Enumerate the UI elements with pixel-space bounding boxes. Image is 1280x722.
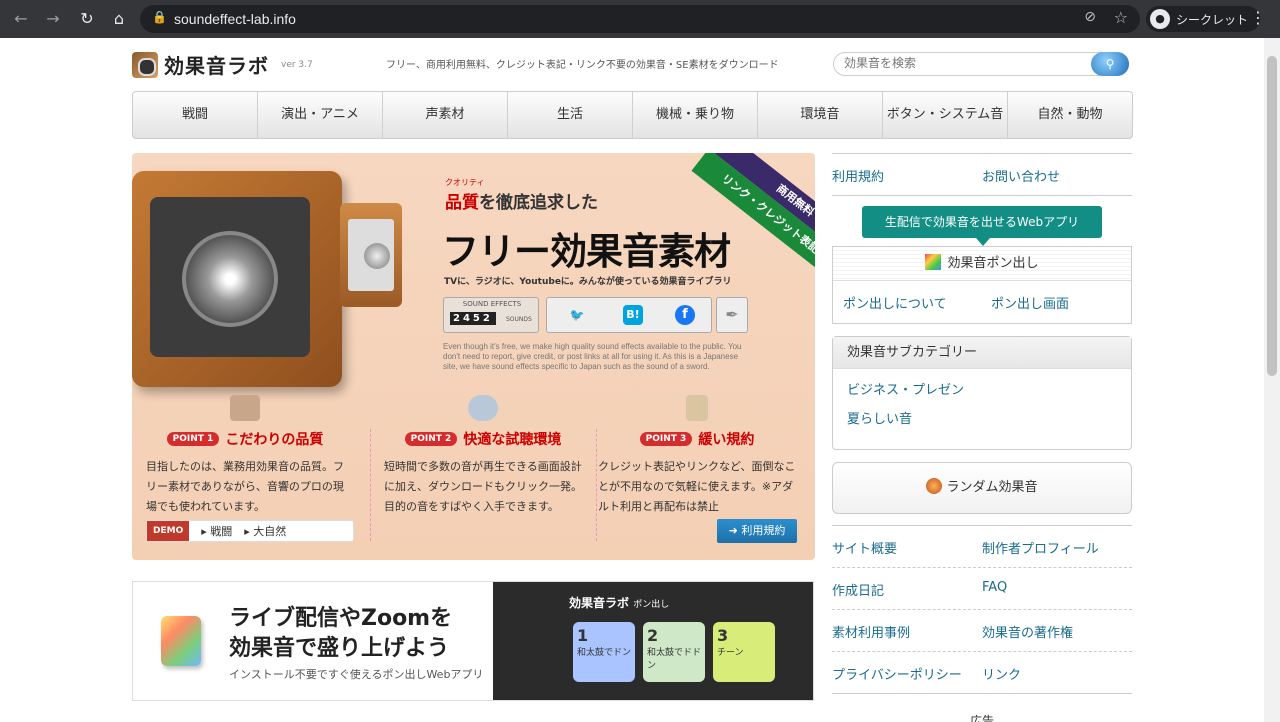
sound-pad: 1 和太鼓でドン xyxy=(573,622,635,682)
sound-pad: 3 チーン xyxy=(713,622,775,682)
nav-item-anime[interactable]: 演出・アニメ xyxy=(258,92,383,138)
facebook-icon[interactable]: f xyxy=(675,305,695,325)
address-bar[interactable]: 🔒 soundeffect-lab.info ⊘ ☆ xyxy=(140,5,1140,33)
sidebar-link-row: サイト概要 制作者プロフィール xyxy=(832,525,1132,567)
nav-item-nature[interactable]: 自然・動物 xyxy=(1008,92,1132,138)
demo-bar: DEMO ▸ 戦闘 ▸ 大自然 xyxy=(146,520,354,542)
incognito-profile-button[interactable]: ● シークレット xyxy=(1146,6,1261,32)
signature-icon: ✒ xyxy=(716,297,748,333)
random-icon xyxy=(926,478,943,494)
nav-item-battle[interactable]: 戦闘 xyxy=(133,92,258,138)
demo-link-battle[interactable]: ▸ 戦闘 xyxy=(201,523,232,539)
subcategory-item[interactable]: 夏らしい音 xyxy=(847,408,1131,427)
pon-link-screen[interactable]: ポン出し画面 xyxy=(991,293,1069,312)
sidebar-top-links: 利用規約 お問い合わせ xyxy=(832,153,1132,195)
sidebar-link-contact[interactable]: お問い合わせ xyxy=(982,166,1060,185)
sound-counter: SOUND EFFECTS 2452 SOUNDS xyxy=(443,297,539,333)
lock-icon: 🔒 xyxy=(152,10,167,24)
point-1: POINT 1 こだわりの品質 目指したのは、業務用効果音の品質。フリー素材であり… xyxy=(132,395,358,517)
hero-english-text: Even though it's free, we make high qual… xyxy=(443,342,742,371)
bookmark-star-icon[interactable]: ☆ xyxy=(1114,8,1128,27)
scrollbar-thumb[interactable] xyxy=(1267,56,1277,376)
volume-knob xyxy=(364,243,390,269)
share-buttons: 🐦 B! f xyxy=(546,297,712,333)
nav-item-button-system[interactable]: ボタン・システム音 xyxy=(883,92,1008,138)
mouse-illustration-icon xyxy=(468,395,498,421)
search-button[interactable]: ⚲ xyxy=(1091,52,1129,76)
speaker-cone xyxy=(182,231,278,327)
quality-line: 品質を徹底追求した xyxy=(445,193,598,213)
page: 効果音ラボ ver 3.7 フリー、商用利用無料、クレジット表記・リンク不要の効… xyxy=(0,38,1264,722)
pon-app-ad-banner[interactable]: ライブ配信やZoomを 効果音で盛り上げよう インストール不要ですぐ使えるポン出… xyxy=(132,581,814,701)
hero-subline: TVに、ラジオに、Youtubeに。みんなが使っている効果音ライブラリ xyxy=(444,277,732,287)
pad-grid-icon xyxy=(161,616,201,666)
ad-label: 広告 xyxy=(970,714,995,722)
logo-text: 効果音ラボ xyxy=(164,54,269,78)
point-2: POINT 2 快適な試聴環境 短時間で多数の音が再生できる画面設計に加え、ダウン… xyxy=(370,395,596,517)
live-app-button[interactable]: 生配信で効果音を出せるWebアプリ xyxy=(862,206,1102,246)
search-icon: ⚲ xyxy=(1105,57,1115,71)
arrow-right-icon: ➜ xyxy=(728,524,738,537)
pad-grid-icon xyxy=(925,254,942,270)
eye-off-icon[interactable]: ⊘ xyxy=(1084,9,1096,25)
subcategory-item[interactable]: ビジネス・プレゼン xyxy=(847,379,1131,398)
small-speaker-illustration xyxy=(340,203,402,307)
version-label: ver 3.7 xyxy=(281,59,313,70)
pon-box: 効果音ポン出し ポン出しについて ポン出し画面 xyxy=(832,246,1132,324)
point-3: POINT 3 緩い規約 クレジット表記やリンクなど、面倒なことが不用なので気軽に… xyxy=(584,395,810,517)
speaker-illustration xyxy=(132,171,342,387)
nav-item-environment[interactable]: 環境音 xyxy=(758,92,883,138)
forward-icon[interactable]: → xyxy=(42,8,64,30)
reload-icon[interactable]: ↻ xyxy=(76,8,98,30)
incognito-icon: ● xyxy=(1150,9,1170,29)
profile-label: シークレット xyxy=(1176,12,1249,27)
browser-toolbar: ← → ↻ ⌂ 🔒 soundeffect-lab.info ⊘ ☆ ● シーク… xyxy=(0,0,1280,38)
pon-title[interactable]: 効果音ポン出し xyxy=(833,247,1131,281)
site-tagline: フリー、商用利用無料、クレジット表記・リンク不要の効果音・SE素材をダウンロード xyxy=(386,60,779,71)
subcategory-box: 効果音サブカテゴリー ビジネス・プレゼン 夏らしい音 xyxy=(832,336,1132,450)
category-nav: 戦闘 演出・アニメ 声素材 生活 機械・乗り物 環境音 ボタン・システム音 自然… xyxy=(132,91,1133,139)
hero-banner: 商用無料 リンク・クレジット表記不要 クオリティ 品質を徹底追求した フリー効果… xyxy=(132,153,815,560)
scrollbar[interactable] xyxy=(1264,38,1280,722)
nav-item-voice[interactable]: 声素材 xyxy=(383,92,508,138)
site-logo[interactable]: 効果音ラボ ver 3.7 xyxy=(132,50,313,79)
sidebar-link-row: 作成日記 FAQ xyxy=(832,567,1132,609)
app-preview: 効果音ラボ ポン出し 1 和太鼓でドン 2 和太鼓でドドン 3 チーン xyxy=(493,582,813,700)
sound-count: 2452 xyxy=(450,312,496,325)
demo-link-nature[interactable]: ▸ 大自然 xyxy=(244,523,286,539)
pon-link-about[interactable]: ポン出しについて xyxy=(843,293,947,312)
demo-label: DEMO xyxy=(147,521,190,541)
sidebar-link-row: プライバシーポリシー リンク xyxy=(832,651,1132,693)
search-input[interactable] xyxy=(844,56,1084,70)
sidebar-link-row: 素材利用事例 効果音の著作権 xyxy=(832,609,1132,651)
kebab-menu-icon[interactable]: ⋮ xyxy=(1250,8,1266,27)
search-box: ⚲ xyxy=(833,52,1129,76)
subcategory-title: 効果音サブカテゴリー xyxy=(833,337,1131,369)
hatena-bookmark-icon[interactable]: B! xyxy=(623,305,643,325)
random-sound-button[interactable]: ランダム効果音 xyxy=(832,462,1132,514)
sound-pad: 2 和太鼓でドドン xyxy=(643,622,705,682)
speaker-logo-icon xyxy=(132,51,158,78)
hero-headline: フリー効果音素材 xyxy=(442,230,731,273)
twitter-icon[interactable]: 🐦 xyxy=(563,304,591,326)
quality-ruby: クオリティ xyxy=(445,178,485,187)
back-icon[interactable]: ← xyxy=(10,8,32,30)
quality-illustration-icon xyxy=(230,395,260,421)
nav-item-machine[interactable]: 機械・乗り物 xyxy=(633,92,758,138)
terms-button[interactable]: ➜ 利用規約 xyxy=(717,519,797,543)
url-text[interactable]: soundeffect-lab.info xyxy=(174,11,296,27)
sidebar-link-terms[interactable]: 利用規約 xyxy=(832,166,884,185)
nav-item-life[interactable]: 生活 xyxy=(508,92,633,138)
home-icon[interactable]: ⌂ xyxy=(108,8,130,30)
document-illustration-icon xyxy=(686,395,708,421)
